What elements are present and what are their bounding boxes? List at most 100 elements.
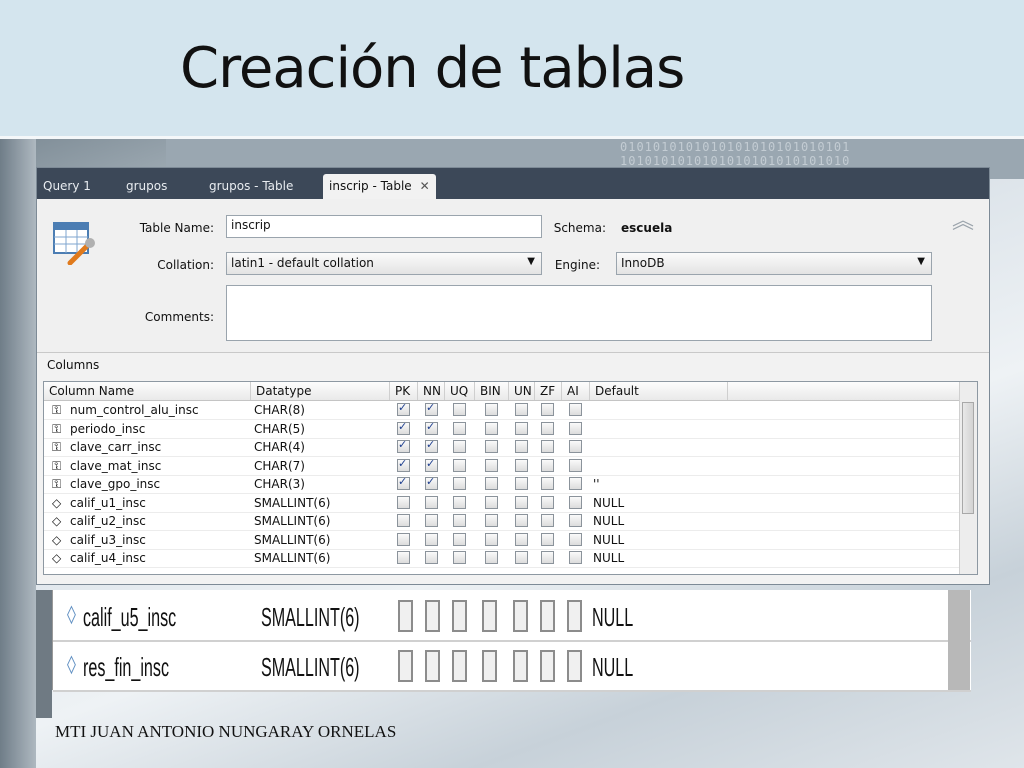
default-cell[interactable]: NULL — [593, 551, 624, 565]
datatype-cell[interactable]: SMALLINT(6) — [254, 514, 330, 528]
bin-checkbox[interactable] — [485, 532, 498, 546]
zf-checkbox[interactable] — [541, 495, 554, 509]
header-zf[interactable]: ZF — [540, 384, 555, 398]
ai-checkbox[interactable] — [569, 440, 582, 453]
scrollbar-thumb[interactable] — [962, 402, 974, 514]
table-row[interactable]: ⚿ clave_carr_insc CHAR(4) — [44, 438, 960, 457]
uq-checkbox[interactable] — [453, 532, 466, 546]
bin-checkbox[interactable] — [485, 458, 498, 472]
collation-select[interactable]: latin1 - default collation ▼ — [226, 252, 542, 275]
uq-checkbox[interactable] — [453, 458, 466, 472]
default-cell[interactable]: NULL — [593, 533, 624, 547]
default-cell[interactable]: NULL — [593, 514, 624, 528]
ai-checkbox[interactable] — [569, 421, 582, 435]
datatype-cell[interactable]: CHAR(3) — [254, 477, 305, 491]
un-checkbox[interactable] — [515, 514, 528, 527]
table-row[interactable]: ◇ calif_u1_insc SMALLINT(6) NULL — [44, 494, 960, 513]
nn-checkbox[interactable] — [425, 438, 438, 453]
datatype-cell[interactable]: SMALLINT(6) — [254, 533, 330, 547]
bin-checkbox[interactable] — [485, 495, 498, 509]
nn-checkbox[interactable] — [425, 401, 438, 416]
column-name-cell[interactable]: clave_mat_insc — [70, 459, 161, 473]
table-row[interactable]: ◇ calif_u3_insc SMALLINT(6) NULL — [44, 531, 960, 550]
column-name-cell[interactable]: calif_u2_insc — [70, 514, 146, 528]
pk-checkbox[interactable] — [397, 420, 410, 435]
engine-select[interactable]: InnoDB ▼ — [616, 252, 932, 275]
header-default[interactable]: Default — [595, 384, 639, 398]
pk-checkbox[interactable] — [397, 438, 410, 453]
zf-checkbox[interactable] — [541, 458, 554, 472]
uq-checkbox[interactable] — [453, 477, 466, 490]
ai-checkbox[interactable] — [569, 403, 582, 416]
ai-checkbox[interactable] — [569, 495, 582, 509]
nn-checkbox[interactable] — [425, 532, 438, 546]
datatype-cell[interactable]: CHAR(4) — [254, 440, 305, 454]
bin-checkbox[interactable] — [485, 421, 498, 435]
nn-checkbox[interactable] — [425, 420, 438, 435]
zf-checkbox[interactable] — [541, 440, 554, 453]
un-checkbox[interactable] — [515, 551, 528, 564]
datatype-cell[interactable]: SMALLINT(6) — [254, 551, 330, 565]
header-uq[interactable]: UQ — [450, 384, 468, 398]
uq-checkbox[interactable] — [453, 495, 466, 509]
tab-inscrip-table[interactable]: inscrip - Table ✕ — [323, 174, 436, 199]
datatype-cell[interactable]: CHAR(7) — [254, 459, 305, 473]
column-name-cell[interactable]: num_control_alu_insc — [70, 403, 199, 417]
table-row[interactable]: ⚿ periodo_insc CHAR(5) — [44, 420, 960, 439]
default-cell[interactable]: NULL — [593, 496, 624, 510]
column-name-cell[interactable]: calif_u4_insc — [70, 551, 146, 565]
table-row[interactable]: ⚿ num_control_alu_insc CHAR(8) — [44, 401, 960, 420]
ai-checkbox[interactable] — [569, 532, 582, 546]
bin-checkbox[interactable] — [485, 514, 498, 527]
datatype-cell[interactable]: CHAR(8) — [254, 403, 305, 417]
table-row[interactable]: ◇ calif_u2_insc SMALLINT(6) NULL — [44, 512, 960, 531]
zf-checkbox[interactable] — [541, 477, 554, 490]
nn-checkbox[interactable] — [425, 457, 438, 472]
close-icon[interactable]: ✕ — [420, 179, 430, 193]
pk-checkbox[interactable] — [397, 401, 410, 416]
table-row[interactable]: ⚿ clave_gpo_insc CHAR(3) '' — [44, 475, 960, 494]
ai-checkbox[interactable] — [569, 458, 582, 472]
nn-checkbox[interactable] — [425, 475, 438, 490]
pk-checkbox[interactable] — [397, 514, 410, 527]
pk-checkbox[interactable] — [397, 551, 410, 564]
zf-checkbox[interactable] — [541, 514, 554, 527]
bin-checkbox[interactable] — [485, 440, 498, 453]
uq-checkbox[interactable] — [453, 440, 466, 453]
column-name-cell[interactable]: clave_carr_insc — [70, 440, 161, 454]
header-un[interactable]: UN — [514, 384, 532, 398]
ai-checkbox[interactable] — [569, 551, 582, 564]
nn-checkbox[interactable] — [425, 495, 438, 509]
table-row[interactable]: ⚿ clave_mat_insc CHAR(7) — [44, 457, 960, 476]
column-name-cell[interactable]: clave_gpo_insc — [70, 477, 160, 491]
grid-scrollbar[interactable] — [959, 382, 977, 574]
bin-checkbox[interactable] — [485, 403, 498, 416]
un-checkbox[interactable] — [515, 532, 528, 546]
header-column-name[interactable]: Column Name — [49, 384, 134, 398]
bin-checkbox[interactable] — [485, 551, 498, 564]
tab-query-1[interactable]: Query 1 — [37, 174, 97, 199]
un-checkbox[interactable] — [515, 458, 528, 472]
un-checkbox[interactable] — [515, 440, 528, 453]
zf-checkbox[interactable] — [541, 403, 554, 416]
bin-checkbox[interactable] — [485, 477, 498, 490]
uq-checkbox[interactable] — [453, 403, 466, 416]
header-datatype[interactable]: Datatype — [256, 384, 311, 398]
pk-checkbox[interactable] — [397, 495, 410, 509]
collapse-icon[interactable]: ︽ — [952, 211, 974, 233]
nn-checkbox[interactable] — [425, 551, 438, 564]
header-nn[interactable]: NN — [423, 384, 441, 398]
zf-checkbox[interactable] — [541, 551, 554, 564]
pk-checkbox[interactable] — [397, 457, 410, 472]
nn-checkbox[interactable] — [425, 514, 438, 527]
column-name-cell[interactable]: calif_u1_insc — [70, 496, 146, 510]
pk-checkbox[interactable] — [397, 475, 410, 490]
datatype-cell[interactable]: SMALLINT(6) — [254, 496, 330, 510]
uq-checkbox[interactable] — [453, 514, 466, 527]
un-checkbox[interactable] — [515, 421, 528, 435]
zf-checkbox[interactable] — [541, 532, 554, 546]
tab-grupos[interactable]: grupos — [120, 174, 173, 199]
column-name-cell[interactable]: periodo_insc — [70, 422, 145, 436]
uq-checkbox[interactable] — [453, 421, 466, 435]
un-checkbox[interactable] — [515, 495, 528, 509]
